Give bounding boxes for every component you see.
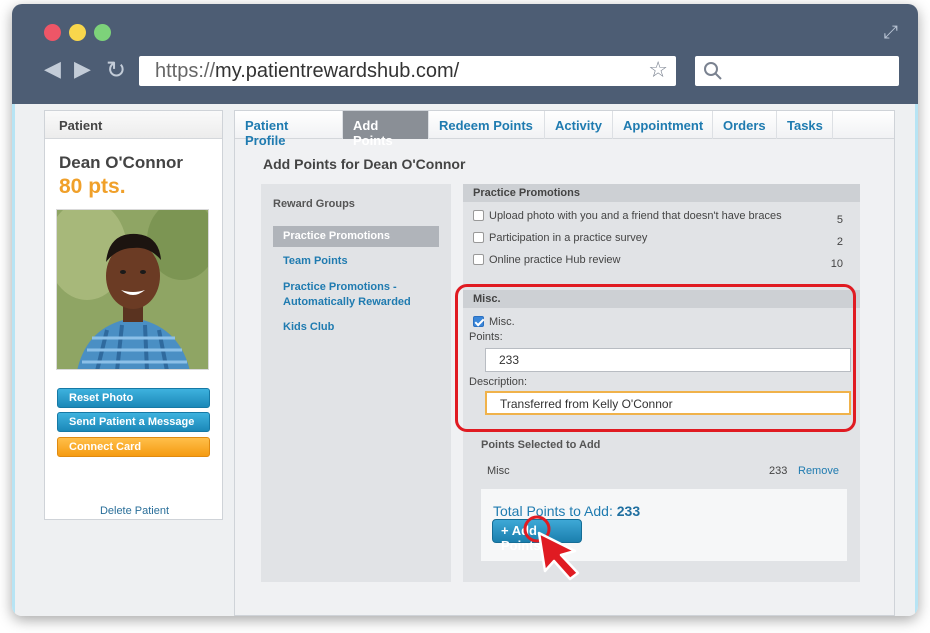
delete-patient-link[interactable]: Delete Patient	[45, 505, 224, 517]
tab-redeem-points[interactable]: Redeem Points	[429, 111, 545, 139]
reward-groups-panel: Reward Groups Practice Promotions Team P…	[261, 184, 451, 582]
practice-promotions-header: Practice Promotions	[463, 184, 860, 202]
browser-search-bar[interactable]	[695, 56, 899, 86]
maximize-window-button[interactable]	[94, 24, 111, 41]
reward-groups-header: Reward Groups	[273, 198, 355, 210]
address-bar[interactable]: https://my.patientrewardshub.com/ ☆	[139, 56, 676, 86]
promo-checkbox[interactable]	[473, 210, 484, 221]
connect-card-button[interactable]: Connect Card	[57, 437, 210, 457]
total-points-value: 233	[616, 503, 641, 519]
promo-row[interactable]: Participation in a practice survey 2	[473, 232, 843, 248]
promo-checkbox[interactable]	[473, 254, 484, 265]
promo-label: Upload photo with you and a friend that …	[489, 210, 782, 222]
reward-group-practice-promotions[interactable]: Practice Promotions	[273, 226, 439, 247]
promo-label: Participation in a practice survey	[489, 232, 648, 244]
search-icon	[704, 62, 722, 80]
reward-group-auto-rewarded[interactable]: Practice Promotions - Automatically Rewa…	[273, 277, 423, 313]
promo-points: 5	[836, 214, 843, 226]
back-icon[interactable]: ◀	[44, 58, 61, 82]
patient-photo	[56, 209, 209, 370]
tab-add-points[interactable]: Add Points	[343, 111, 429, 148]
promo-row[interactable]: Online practice Hub review 10	[473, 254, 843, 270]
url-text: https://my.patientrewardshub.com/	[155, 60, 460, 82]
reward-group-kids-club[interactable]: Kids Club	[273, 317, 439, 338]
promo-label: Online practice Hub review	[489, 254, 621, 266]
close-window-button[interactable]	[44, 24, 61, 41]
expand-icon[interactable]: ⤢	[884, 22, 898, 43]
forward-icon[interactable]: ▶	[74, 58, 91, 82]
minimize-window-button[interactable]	[69, 24, 86, 41]
promo-row[interactable]: Upload photo with you and a friend that …	[473, 210, 843, 226]
promo-checkbox[interactable]	[473, 232, 484, 243]
browser-window: ⤢ ◀ ▶ ↻ https://my.patientrewardshub.com…	[12, 4, 918, 616]
reset-photo-button[interactable]: Reset Photo	[57, 388, 210, 408]
selected-item-points: 233	[769, 465, 788, 477]
pointer-cursor-icon	[523, 515, 580, 581]
remove-link[interactable]: Remove	[798, 465, 839, 477]
tab-patient-profile[interactable]: Patient Profile	[235, 111, 343, 148]
promo-points: 2	[836, 236, 843, 248]
patient-panel: Patient Dean O'Connor 80 pts. Reset Phot…	[44, 110, 223, 520]
send-message-button[interactable]: Send Patient a Message	[57, 412, 210, 432]
tab-activity[interactable]: Activity	[545, 111, 613, 139]
tab-bar: Patient Profile Add Points Redeem Points…	[235, 111, 894, 148]
promo-points: 10	[830, 258, 843, 270]
tab-orders[interactable]: Orders	[713, 111, 777, 139]
patient-panel-header: Patient	[45, 111, 222, 139]
patient-points: 80 pts.	[59, 175, 126, 198]
reward-group-team-points[interactable]: Team Points	[273, 251, 439, 272]
browser-chrome: ⤢ ◀ ▶ ↻ https://my.patientrewardshub.com…	[12, 4, 918, 104]
patient-name: Dean O'Connor	[59, 153, 183, 172]
page-content: Patient Dean O'Connor 80 pts. Reset Phot…	[12, 104, 918, 616]
points-selected-header: Points Selected to Add	[481, 439, 601, 451]
page-title: Add Points for Dean O'Connor	[263, 156, 466, 172]
reload-icon[interactable]: ↻	[106, 58, 126, 82]
bookmark-star-icon[interactable]: ☆	[648, 58, 668, 83]
tab-tasks[interactable]: Tasks	[777, 111, 833, 139]
selected-item-name: Misc	[487, 465, 510, 477]
misc-highlight-frame	[455, 284, 856, 432]
tab-appointment[interactable]: Appointment	[613, 111, 713, 139]
